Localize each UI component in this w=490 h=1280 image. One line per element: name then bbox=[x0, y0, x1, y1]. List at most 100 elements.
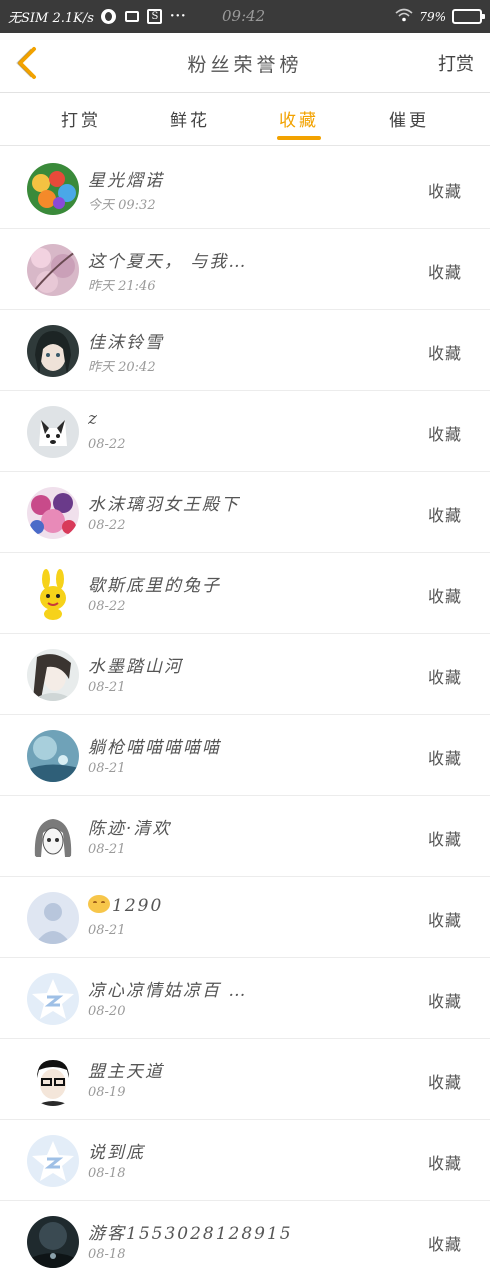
fan-list-item[interactable]: 歇斯底里的兔子 08-22 收藏 bbox=[0, 553, 490, 634]
user-name-text: 陈迹·清欢 bbox=[88, 819, 172, 839]
timestamp: 08-21 bbox=[88, 680, 126, 695]
avatar[interactable] bbox=[27, 649, 79, 701]
fan-list-item[interactable]: 盟主天道 08-19 收藏 bbox=[0, 1039, 490, 1120]
avatar[interactable] bbox=[27, 1135, 79, 1187]
timestamp: 08-18 bbox=[88, 1166, 126, 1181]
user-name: 佳沫铃雪 bbox=[88, 328, 164, 353]
user-name-text: 盟主天道 bbox=[88, 1062, 164, 1082]
user-name-text: 歇斯底里的兔子 bbox=[88, 576, 221, 596]
user-name-text: z bbox=[88, 409, 99, 429]
action-type-label: 收藏 bbox=[427, 992, 462, 1011]
action-type-label: 收藏 bbox=[427, 1154, 462, 1173]
tab-label: 鲜花 bbox=[170, 111, 210, 131]
user-name: 游客1553028128915 bbox=[88, 1219, 293, 1244]
user-name: 这个夏天， 与我… bbox=[88, 247, 247, 272]
user-name: 歇斯底里的兔子 bbox=[88, 571, 221, 596]
timestamp: 昨天 21:46 bbox=[88, 279, 156, 294]
user-name: z bbox=[88, 409, 99, 429]
tab-favorites[interactable]: 收藏 bbox=[269, 106, 329, 140]
action-type-label: 收藏 bbox=[427, 263, 462, 282]
fan-list-item[interactable]: 游客1553028128915 08-18 收藏 bbox=[0, 1201, 490, 1280]
action-type-label: 收藏 bbox=[427, 1235, 462, 1254]
timestamp: 08-21 bbox=[88, 842, 126, 857]
avatar[interactable] bbox=[27, 1216, 79, 1268]
page-title: 粉丝荣誉榜 bbox=[187, 54, 303, 76]
avatar[interactable] bbox=[27, 1054, 79, 1106]
user-name-text: 说到底 bbox=[88, 1143, 145, 1163]
tab-bar: 打赏 鲜花 收藏 催更 bbox=[0, 94, 490, 146]
user-name: 盟主天道 bbox=[88, 1057, 164, 1082]
user-name-text: 水沫璃羽女王殿下 bbox=[88, 495, 240, 515]
avatar[interactable] bbox=[27, 163, 79, 215]
avatar[interactable] bbox=[27, 325, 79, 377]
user-name: 躺枪喵喵喵喵喵 bbox=[88, 733, 221, 758]
s-app-icon: S bbox=[147, 9, 163, 25]
battery-percent: 79% bbox=[419, 9, 446, 24]
action-type-label: 收藏 bbox=[427, 830, 462, 849]
action-type-label: 收藏 bbox=[427, 182, 462, 201]
timestamp: 08-18 bbox=[88, 1247, 126, 1262]
avatar[interactable] bbox=[27, 244, 79, 296]
fan-list-item[interactable]: 躺枪喵喵喵喵喵 08-21 收藏 bbox=[0, 715, 490, 796]
action-type-label: 收藏 bbox=[427, 344, 462, 363]
fan-list-item[interactable]: 陈迹·清欢 08-21 收藏 bbox=[0, 796, 490, 877]
reward-button[interactable]: 打赏 bbox=[438, 50, 474, 76]
action-type-label: 收藏 bbox=[427, 911, 462, 930]
timestamp: 08-19 bbox=[88, 1085, 126, 1100]
carrier-text: 无SIM 2.1K/s bbox=[8, 11, 94, 26]
tab-label: 催更 bbox=[389, 111, 429, 131]
fan-list-item[interactable]: 星光熠诺今天 09:32 收藏 bbox=[0, 148, 490, 229]
avatar[interactable] bbox=[27, 973, 79, 1025]
tab-flowers[interactable]: 鲜花 bbox=[160, 106, 220, 131]
user-name-text: 游客1553028128915 bbox=[88, 1224, 293, 1244]
fan-list-item[interactable]: 说到底 08-18 收藏 bbox=[0, 1120, 490, 1201]
fan-list-item[interactable]: 这个夏天， 与我… 昨天 21:46 收藏 bbox=[0, 229, 490, 310]
timestamp: 08-22 bbox=[88, 599, 126, 614]
timestamp: 08-21 bbox=[88, 761, 126, 776]
nav-header: 粉丝荣誉榜 打赏 bbox=[0, 33, 490, 93]
tab-reward[interactable]: 打赏 bbox=[51, 106, 111, 131]
avatar[interactable] bbox=[27, 730, 79, 782]
user-name-text: 水墨踏山河 bbox=[88, 657, 183, 677]
fan-list-item[interactable]: 佳沫铃雪昨天 20:42 收藏 bbox=[0, 310, 490, 391]
user-name-text: 凉心凉情姑凉百 … bbox=[88, 981, 248, 1001]
status-bar: 无SIM 2.1K/s S ··· 09:42 79% bbox=[0, 0, 490, 33]
avatar[interactable] bbox=[27, 892, 79, 944]
timestamp: 今天 09:32 bbox=[88, 198, 156, 213]
fan-list-item[interactable]: z 08-22 收藏 bbox=[0, 391, 490, 472]
smile-emoji-icon bbox=[88, 895, 110, 913]
avatar[interactable] bbox=[27, 406, 79, 458]
timestamp: 08-21 bbox=[88, 923, 126, 938]
fan-list: 星光熠诺 今天 09:32 收藏 这个夏天， 与我… 昨天 21:46 收藏 佳沫铃雪 昨天 … bbox=[0, 148, 490, 1280]
action-type-label: 收藏 bbox=[427, 506, 462, 525]
avatar[interactable] bbox=[27, 487, 79, 539]
avatar[interactable] bbox=[27, 568, 79, 620]
timestamp: 昨天 20:42 bbox=[88, 360, 156, 375]
fan-list-item[interactable]: 1290 08-21 收藏 bbox=[0, 877, 490, 958]
avatar[interactable] bbox=[27, 811, 79, 863]
user-name: 说到底 bbox=[88, 1138, 145, 1163]
action-type-label: 收藏 bbox=[427, 425, 462, 444]
action-type-label: 收藏 bbox=[427, 668, 462, 687]
timestamp: 08-20 bbox=[88, 1004, 126, 1019]
fan-list-item[interactable]: 水沫璃羽女王殿下 08-22 收藏 bbox=[0, 472, 490, 553]
user-name-text: 佳沫铃雪 bbox=[88, 333, 164, 353]
action-type-label: 收藏 bbox=[427, 587, 462, 606]
user-name-text: 躺枪喵喵喵喵喵 bbox=[88, 738, 221, 758]
user-name: 水墨踏山河 bbox=[88, 652, 183, 677]
timestamp: 08-22 bbox=[88, 437, 126, 452]
user-name: 水沫璃羽女王殿下 bbox=[88, 490, 240, 515]
tab-label: 收藏 bbox=[279, 111, 319, 131]
user-name: 凉心凉情姑凉百 … bbox=[88, 976, 247, 1001]
tab-urge-update[interactable]: 催更 bbox=[379, 106, 439, 131]
fan-list-item[interactable]: 水墨踏山河 08-21 收藏 bbox=[0, 634, 490, 715]
fan-list-item[interactable]: 凉心凉情姑凉百 … 08-20 收藏 bbox=[0, 958, 490, 1039]
mail-icon bbox=[124, 9, 140, 25]
user-name: 1290 bbox=[88, 895, 163, 916]
user-name: 星光熠诺 bbox=[88, 166, 164, 191]
clock: 09:42 bbox=[222, 7, 266, 25]
active-tab-indicator bbox=[277, 136, 321, 140]
action-type-label: 收藏 bbox=[427, 1073, 462, 1092]
action-type-label: 收藏 bbox=[427, 749, 462, 768]
browser-icon bbox=[101, 9, 117, 25]
